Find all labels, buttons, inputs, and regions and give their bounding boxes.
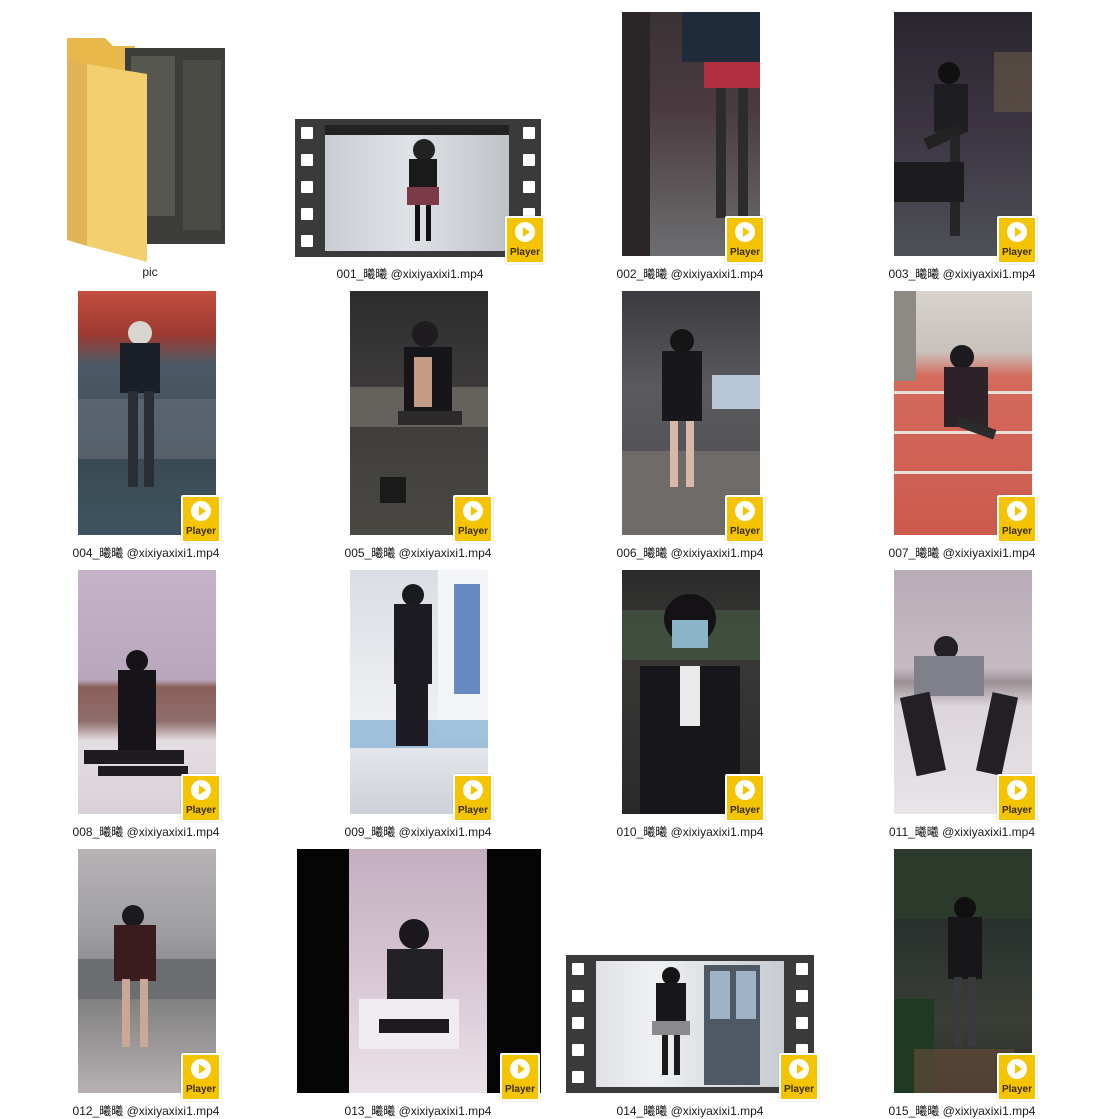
play-icon xyxy=(1007,780,1027,800)
play-icon xyxy=(1007,1059,1027,1079)
player-badge: Player xyxy=(997,495,1037,543)
file-label: 013_曦曦 @xixiyaxixi1.mp4 xyxy=(344,1104,492,1118)
file-label: 005_曦曦 @xixiyaxixi1.mp4 xyxy=(344,546,492,560)
file-label: 001_曦曦 @xixiyaxixi1.mp4 xyxy=(336,267,484,281)
filmstrip-frame xyxy=(566,955,814,1093)
play-icon xyxy=(191,501,211,521)
file-label: 010_曦曦 @xixiyaxixi1.mp4 xyxy=(616,825,764,839)
folder-icon xyxy=(67,38,225,262)
file-003[interactable]: Player 003_曦曦 @xixiyaxixi1.mp4 xyxy=(832,10,1092,285)
file-label: 015_曦曦 @xixiyaxixi1.mp4 xyxy=(888,1104,1036,1118)
player-badge: Player xyxy=(997,216,1037,264)
player-badge: Player xyxy=(725,216,765,264)
player-badge: Player xyxy=(453,495,493,543)
folder-pic[interactable]: pic xyxy=(20,20,280,285)
file-label: 011_曦曦 @xixiyaxixi1.mp4 xyxy=(888,825,1035,839)
file-001[interactable]: Player 001_曦曦 @xixiyaxixi1.mp4 xyxy=(280,20,545,285)
play-icon xyxy=(463,501,483,521)
video-thumbnail xyxy=(596,961,784,1087)
file-label: 007_曦曦 @xixiyaxixi1.mp4 xyxy=(888,546,1036,560)
player-badge: Player xyxy=(997,774,1037,822)
player-badge: Player xyxy=(725,495,765,543)
play-icon xyxy=(510,1059,530,1079)
play-icon xyxy=(735,780,755,800)
file-label: 002_曦曦 @xixiyaxixi1.mp4 xyxy=(616,267,764,281)
file-014[interactable]: Player 014_曦曦 @xixiyaxixi1.mp4 xyxy=(560,847,820,1118)
player-badge: Player xyxy=(181,1053,221,1101)
player-badge: Player xyxy=(779,1053,819,1101)
file-010[interactable]: Player 010_曦曦 @xixiyaxixi1.mp4 xyxy=(560,568,820,843)
file-005[interactable]: Player 005_曦曦 @xixiyaxixi1.mp4 xyxy=(288,289,548,564)
play-icon xyxy=(1007,222,1027,242)
play-icon xyxy=(191,780,211,800)
file-006[interactable]: Player 006_曦曦 @xixiyaxixi1.mp4 xyxy=(560,289,820,564)
file-015[interactable]: Player 015_曦曦 @xixiyaxixi1.mp4 xyxy=(832,847,1092,1118)
play-icon xyxy=(1007,501,1027,521)
file-label: 014_曦曦 @xixiyaxixi1.mp4 xyxy=(616,1104,764,1118)
play-icon xyxy=(515,222,535,242)
player-badge: Player xyxy=(181,495,221,543)
file-label: 008_曦曦 @xixiyaxixi1.mp4 xyxy=(72,825,220,839)
file-label: 006_曦曦 @xixiyaxixi1.mp4 xyxy=(616,546,764,560)
folder-label: pic xyxy=(142,265,158,279)
file-label: 012_曦曦 @xixiyaxixi1.mp4 xyxy=(72,1104,220,1118)
player-badge: Player xyxy=(500,1053,540,1101)
player-badge: Player xyxy=(181,774,221,822)
file-002[interactable]: Player 002_曦曦 @xixiyaxixi1.mp4 xyxy=(560,10,820,285)
file-008[interactable]: Player 008_曦曦 @xixiyaxixi1.mp4 xyxy=(16,568,276,843)
file-012[interactable]: Player 012_曦曦 @xixiyaxixi1.mp4 xyxy=(16,847,276,1118)
play-icon xyxy=(789,1059,809,1079)
play-icon xyxy=(735,501,755,521)
player-badge: Player xyxy=(725,774,765,822)
file-011[interactable]: Player 011_曦曦 @xixiyaxixi1.mp4 xyxy=(832,568,1092,843)
play-icon xyxy=(463,780,483,800)
player-badge: Player xyxy=(505,216,545,264)
file-004[interactable]: Player 004_曦曦 @xixiyaxixi1.mp4 xyxy=(16,289,276,564)
file-013[interactable]: Player 013_曦曦 @xixiyaxixi1.mp4 xyxy=(288,847,548,1118)
file-009[interactable]: Player 009_曦曦 @xixiyaxixi1.mp4 xyxy=(288,568,548,843)
player-badge: Player xyxy=(453,774,493,822)
play-icon xyxy=(735,222,755,242)
video-thumbnail xyxy=(325,125,509,251)
file-label: 009_曦曦 @xixiyaxixi1.mp4 xyxy=(344,825,492,839)
player-badge: Player xyxy=(997,1053,1037,1101)
play-icon xyxy=(191,1059,211,1079)
file-label: 004_曦曦 @xixiyaxixi1.mp4 xyxy=(72,546,220,560)
file-007[interactable]: Player 007_曦曦 @xixiyaxixi1.mp4 xyxy=(832,289,1092,564)
file-label: 003_曦曦 @xixiyaxixi1.mp4 xyxy=(888,267,1036,281)
